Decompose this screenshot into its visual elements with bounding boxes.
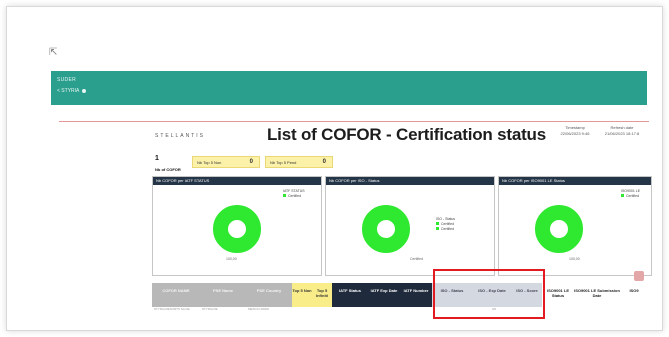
legend-swatch: [621, 194, 624, 197]
donut-label: 100,00: [226, 257, 237, 261]
column-header[interactable]: ISO9: [620, 283, 648, 307]
kpi-pill-label: Nb Top 5 Non: [197, 160, 222, 165]
chart-card-iatf[interactable]: Nb COFOR per IATF STATUS IATF STATUS Cer…: [152, 176, 322, 276]
kpi-pill-top5-non[interactable]: Nb Top 5 Non 0: [192, 156, 260, 168]
table-cell: MEXICO 06000: [248, 307, 270, 311]
column-header[interactable]: PSE Name: [200, 283, 246, 307]
column-header[interactable]: Top 5 Non: [292, 283, 312, 307]
column-header[interactable]: ISO9001 LE Submission Date: [574, 283, 620, 307]
donut-label: 100,00: [569, 257, 580, 261]
timestamp-block: Timestamp 22/06/2023 9:46: [555, 125, 595, 137]
legend-item: Certified: [436, 227, 455, 232]
chart-card-iso[interactable]: Nb COFOR per ISO - Status ISO - Status C…: [325, 176, 495, 276]
kpi-pill-top5-pend[interactable]: Nb Top 5 Pend 0: [265, 156, 333, 168]
export-icon[interactable]: [634, 271, 644, 281]
column-header[interactable]: IATF Number: [400, 283, 432, 307]
cursor-icon: ⇱: [49, 47, 58, 58]
legend-item: Certified: [283, 194, 305, 199]
kpi-pill-label: Nb Top 5 Pend: [270, 160, 297, 165]
column-header[interactable]: IATF Status: [332, 283, 368, 307]
column-header[interactable]: ISO9001 LE Status: [542, 283, 574, 307]
donut-chart-iso[interactable]: [362, 205, 410, 253]
highlight-box: [433, 269, 545, 319]
legend-swatch: [436, 222, 439, 225]
chart-legend: ISO - Status Certified Certified: [436, 217, 455, 232]
legend-swatch: [283, 194, 286, 197]
cofor-count-label: Nb of COFOR: [155, 167, 181, 172]
cofor-count: 1: [155, 155, 159, 162]
header-line-2-label: < STYRIA: [57, 88, 80, 94]
kpi-pill-value: 0: [249, 159, 253, 165]
dot-icon: [82, 88, 87, 93]
timestamp-value: 22/06/2023 9:46: [560, 131, 590, 136]
legend-item: Certified: [621, 194, 640, 199]
refresh-date-block: Refresh date 21/06/2023 18:17:8: [599, 125, 645, 137]
column-header[interactable]: IATF Exp Date: [368, 283, 400, 307]
chart-card-title: Nb COFOR per ISO9001 LE Status: [499, 177, 651, 185]
table-header: COFOR NAME PSE Name PSE Country Top 5 No…: [152, 283, 652, 307]
donut-label: Certified: [410, 257, 424, 261]
donut-chart-iso9001[interactable]: [535, 205, 583, 253]
table-cell: STYRIA DE: [202, 307, 218, 311]
table-row[interactable]: STYRIA RESORTS SA DE STYRIA DE MEXICO 06…: [152, 307, 652, 313]
legend-item-label: Certified: [626, 194, 640, 198]
screenshot-frame: ⇱ SUDER < STYRIA STELLANTIS List of COFO…: [6, 6, 663, 331]
legend-swatch: [436, 227, 439, 230]
legend-item-label: Certified: [441, 227, 455, 231]
report-page: STELLANTIS List of COFOR - Certification…: [147, 125, 652, 325]
chart-legend: IATF STATUS Certified: [283, 189, 305, 199]
table-cell: STYRIA RESORTS SA DE: [154, 307, 190, 311]
column-header[interactable]: Top 5 Infiniti: [312, 283, 332, 307]
column-header[interactable]: COFOR NAME: [152, 283, 200, 307]
chart-legend: ISO9001 LE Certified: [621, 189, 640, 199]
header-line-2[interactable]: < STYRIA: [57, 88, 87, 94]
chart-card-iso9001[interactable]: Nb COFOR per ISO9001 LE Status ISO9001 L…: [498, 176, 652, 276]
donut-chart-iatf[interactable]: [213, 205, 261, 253]
chart-card-title: Nb COFOR per IATF STATUS: [153, 177, 321, 185]
brand-logo: STELLANTIS: [155, 133, 206, 139]
refresh-date-value: 21/06/2023 18:17:8: [604, 131, 640, 136]
app-header-bar: SUDER < STYRIA: [51, 71, 647, 105]
header-line-1: SUDER: [57, 77, 77, 83]
legend-item-label: Certified: [441, 222, 455, 226]
chart-card-title: Nb COFOR per ISO - Status: [326, 177, 494, 185]
kpi-pill-value: 0: [322, 159, 326, 165]
column-header[interactable]: PSE Country: [246, 283, 292, 307]
page-title: List of COFOR - Certification status: [267, 125, 546, 144]
divider-line: [59, 121, 649, 122]
legend-item-label: Certified: [288, 194, 302, 198]
